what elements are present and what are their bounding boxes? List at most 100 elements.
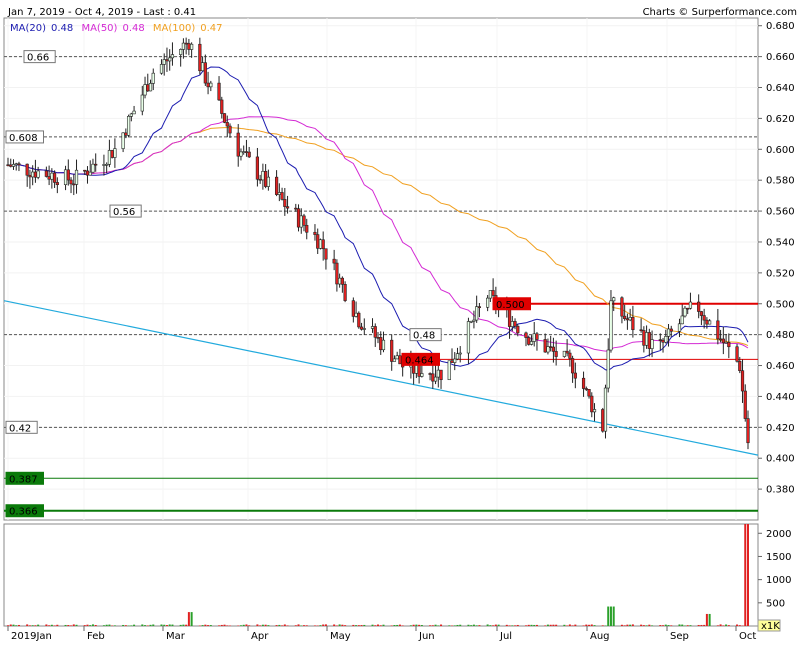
legend-ma20-label: MA(20)	[10, 23, 46, 34]
volume-bar	[220, 624, 223, 626]
volume-bar	[708, 613, 711, 626]
volume-bar	[357, 625, 360, 626]
candle-down	[124, 132, 128, 136]
legend-ma20-value: 0.48	[51, 23, 73, 34]
volume-bar	[588, 624, 591, 626]
candle-up	[666, 328, 671, 337]
price-axis: 0.680 0.660 0.640 0.620 0.600 0.580 0.560 0.540…	[758, 21, 795, 496]
volume-bar	[393, 625, 396, 626]
candle-down	[568, 352, 572, 359]
candle-down	[187, 43, 191, 50]
month-label: 2019Jan	[11, 631, 52, 642]
month-label: May	[330, 631, 351, 642]
candle-down	[351, 300, 355, 317]
level-label: 0.464	[405, 355, 434, 366]
candle-down	[94, 163, 98, 166]
volume-bar	[511, 625, 514, 626]
candle-up	[486, 297, 490, 308]
candle-up	[200, 62, 205, 72]
volume-bar	[9, 624, 12, 626]
candle-up	[261, 170, 265, 181]
candle-down	[373, 326, 377, 338]
volume-tick-label: 1500	[766, 552, 791, 563]
candle-up	[628, 317, 632, 321]
candle-up	[664, 336, 668, 343]
candle-up	[179, 49, 183, 55]
volume-bar	[670, 625, 673, 626]
volume-bar	[629, 624, 632, 626]
volume-bar	[352, 624, 355, 626]
volume-bar	[609, 606, 612, 626]
candle-down	[285, 206, 290, 209]
volume-bar	[601, 625, 604, 626]
candle-up	[126, 116, 131, 136]
volume-bar	[689, 625, 692, 626]
candle-up	[510, 321, 514, 327]
volume-bar	[305, 625, 308, 626]
month-label: Aug	[590, 631, 610, 642]
volume-bar	[585, 624, 588, 626]
candle-down	[313, 231, 317, 235]
volume-bar	[89, 625, 92, 626]
price-tick-label: 0.540	[766, 237, 795, 248]
legend-ma100-value: 0.47	[200, 23, 222, 34]
volume-bar	[412, 624, 415, 626]
month-label: Oct	[739, 631, 756, 642]
candle-down	[439, 369, 443, 381]
candle-down	[52, 172, 57, 183]
volume-bar	[12, 624, 15, 626]
volume-bar	[113, 625, 116, 626]
legend-ma20: MA(20) 0.48 MA(50) 0.48 MA(100) 0.47	[10, 23, 223, 34]
volume-bar	[105, 624, 108, 626]
volume-tick-label: 1000	[766, 575, 791, 586]
volume-bar	[201, 625, 204, 626]
candle-down	[217, 82, 221, 101]
volume-bar	[31, 625, 34, 626]
volume-bar	[75, 624, 78, 626]
volume-bar	[667, 625, 670, 626]
candle-up	[458, 352, 462, 355]
candle-down	[590, 395, 594, 413]
candle-up	[170, 54, 175, 59]
candle-up	[592, 409, 597, 413]
volume-bar	[239, 625, 242, 626]
price-pane-border	[3, 17, 759, 521]
volume-bar	[264, 624, 267, 626]
candle-down	[721, 338, 725, 344]
volume-bar	[508, 625, 511, 626]
candle-up	[318, 239, 323, 249]
candle-up	[370, 326, 375, 329]
candle-down	[264, 170, 268, 187]
candle-down	[587, 389, 591, 397]
candle-down	[735, 346, 739, 362]
month-label: Apr	[251, 631, 269, 642]
volume-bar	[563, 624, 566, 626]
volume-bar	[494, 624, 497, 626]
volume-bar	[431, 625, 434, 626]
candle-down	[431, 373, 435, 382]
volume-bar	[141, 624, 144, 626]
candle-down	[72, 183, 76, 186]
candle-up	[436, 369, 440, 378]
price-tick-label: 0.440	[766, 392, 795, 403]
candle-up	[102, 164, 106, 166]
volume-bar	[360, 625, 363, 626]
price-tick-label: 0.420	[766, 423, 795, 434]
volume-bar	[204, 624, 207, 626]
volume-bar	[72, 624, 75, 626]
volume-bar	[593, 625, 596, 626]
candle-up	[31, 171, 35, 178]
legend-ma50-value: 0.48	[122, 23, 144, 34]
candle-up	[36, 170, 40, 178]
candle-down	[83, 169, 87, 172]
candle-up	[466, 321, 471, 354]
candle-down	[718, 338, 723, 341]
volume-bar	[626, 624, 629, 626]
volume-bar	[168, 624, 171, 626]
volume-bar	[50, 624, 53, 626]
candle-down	[296, 208, 301, 228]
volume-bar	[122, 624, 125, 626]
candle-down	[390, 339, 394, 362]
candle-down	[727, 342, 731, 348]
volume-bar	[160, 624, 163, 626]
